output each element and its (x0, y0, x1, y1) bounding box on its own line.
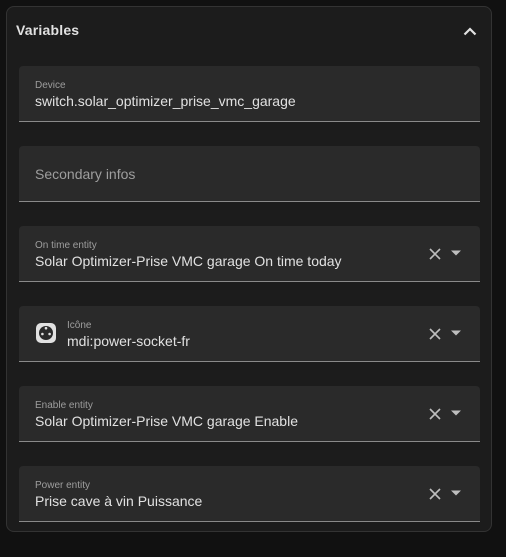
icon-field[interactable]: Icône mdi:power-socket-fr (19, 306, 480, 362)
dropdown-arrow-icon[interactable] (450, 249, 462, 257)
power-socket-fr-icon (36, 323, 56, 343)
dropdown-arrow-icon[interactable] (450, 409, 462, 417)
clear-icon[interactable] (428, 247, 442, 261)
enable-entity-field[interactable]: Enable entity Solar Optimizer-Prise VMC … (19, 386, 480, 442)
on-time-entity-field[interactable]: On time entity Solar Optimizer-Prise VMC… (19, 226, 480, 282)
clear-icon[interactable] (428, 407, 442, 421)
device-field[interactable]: Device switch.solar_optimizer_prise_vmc_… (19, 66, 480, 122)
variables-header[interactable]: Variables (7, 7, 491, 53)
on-time-entity-label: On time entity (35, 240, 97, 251)
power-entity-field[interactable]: Power entity Prise cave à vin Puissance (19, 466, 480, 522)
device-label: Device (35, 80, 66, 91)
icon-value[interactable]: mdi:power-socket-fr (67, 333, 190, 349)
panel-title: Variables (16, 22, 80, 38)
power-entity-label: Power entity (35, 480, 91, 491)
secondary-infos-placeholder[interactable]: Secondary infos (35, 166, 135, 182)
icon-label: Icône (67, 320, 92, 331)
dropdown-arrow-icon[interactable] (450, 329, 462, 337)
enable-entity-value[interactable]: Solar Optimizer-Prise VMC garage Enable (35, 413, 298, 429)
on-time-entity-value[interactable]: Solar Optimizer-Prise VMC garage On time… (35, 253, 342, 269)
clear-icon[interactable] (428, 487, 442, 501)
dropdown-arrow-icon[interactable] (450, 489, 462, 497)
enable-entity-label: Enable entity (35, 400, 93, 411)
device-value[interactable]: switch.solar_optimizer_prise_vmc_garage (35, 93, 296, 109)
clear-icon[interactable] (428, 327, 442, 341)
chevron-up-icon[interactable] (458, 19, 482, 43)
variables-panel: Variables Device switch.solar_optimizer_… (6, 6, 492, 532)
secondary-infos-field[interactable]: Secondary infos (19, 146, 480, 202)
power-entity-value[interactable]: Prise cave à vin Puissance (35, 493, 202, 509)
